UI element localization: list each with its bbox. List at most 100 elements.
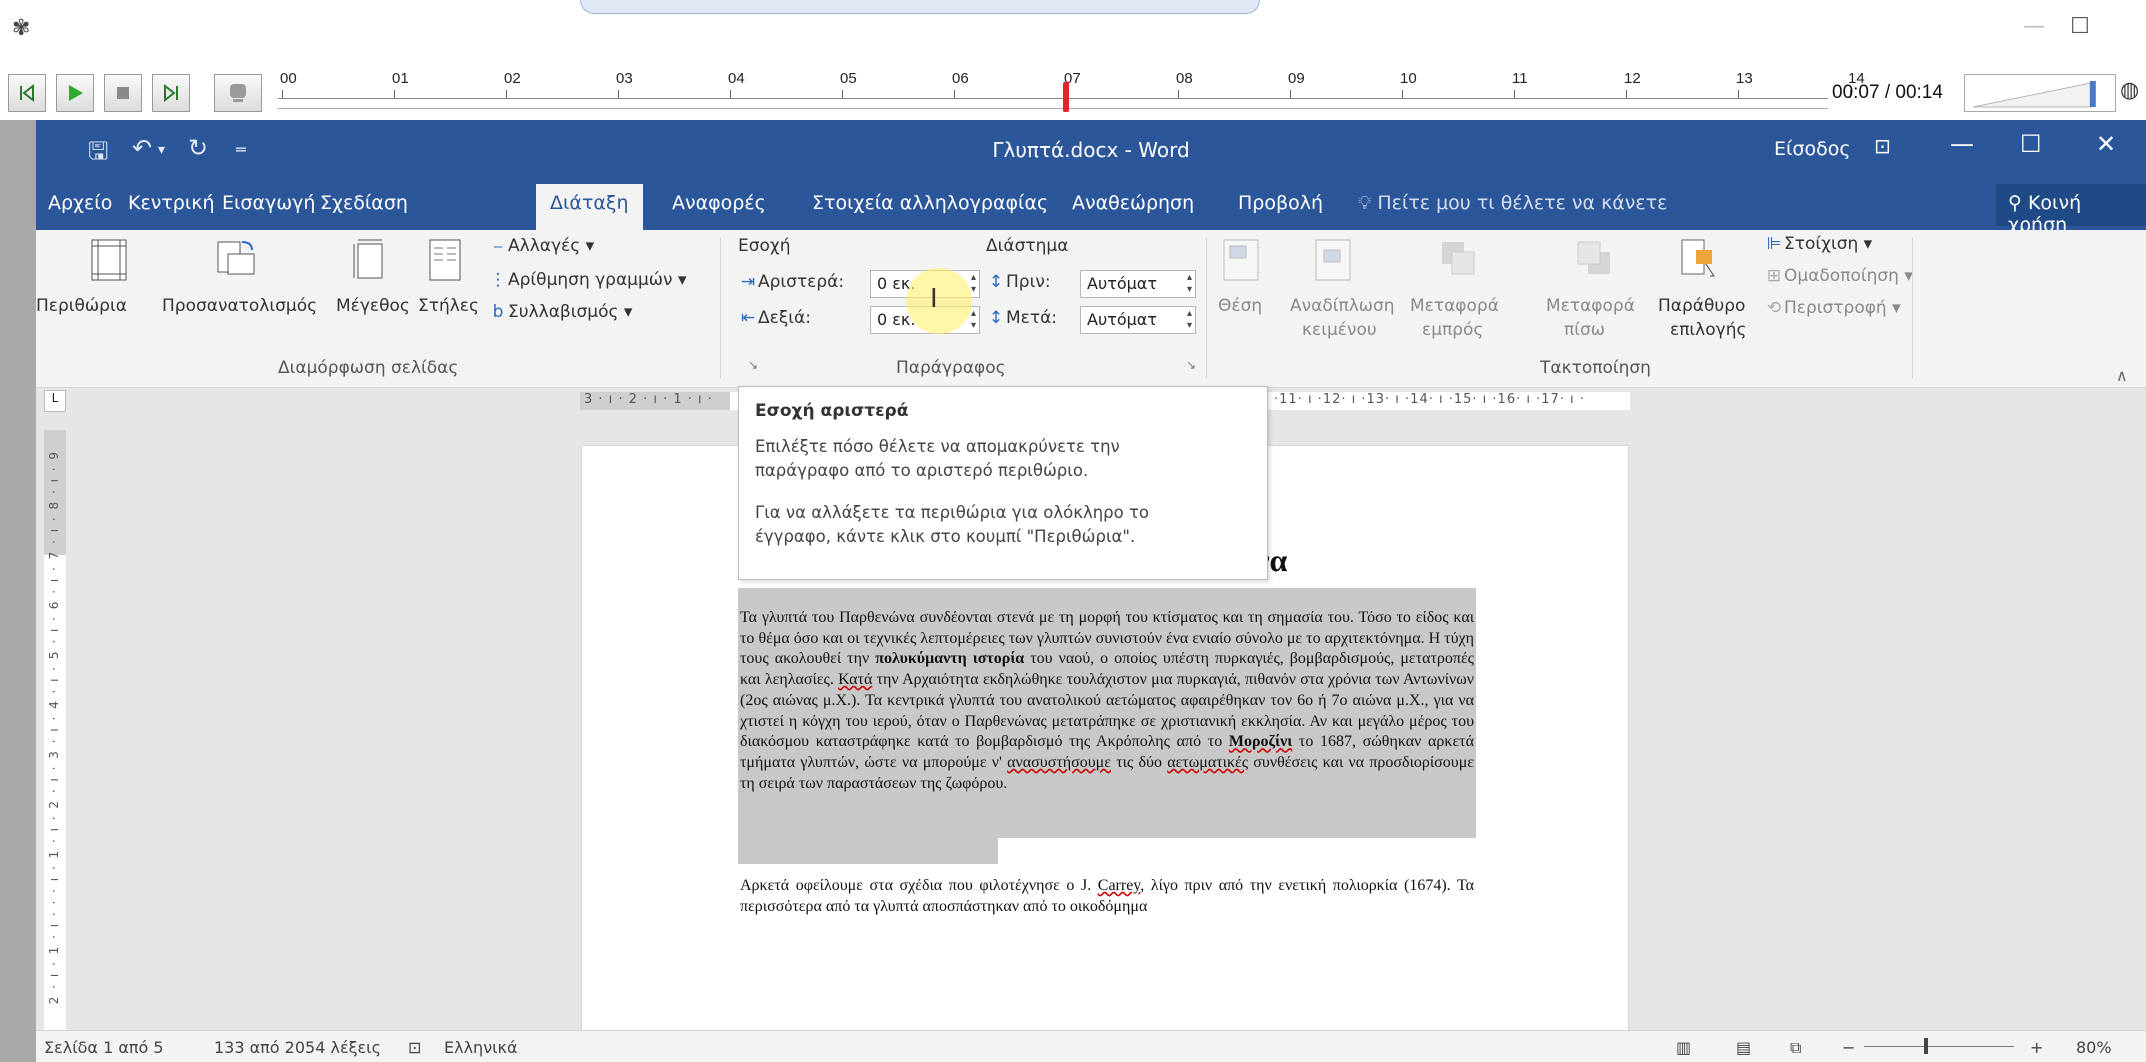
collapse-ribbon-icon[interactable]: ∧: [2116, 366, 2128, 385]
text-cursor-icon: I: [930, 284, 938, 314]
tab-layout[interactable]: Διάταξη: [536, 184, 643, 230]
zoom-level[interactable]: 80%: [2076, 1038, 2112, 1057]
spacing-after-input[interactable]: Αυτόματ ▴ ▾: [1080, 306, 1196, 334]
timeline-tick: [1402, 90, 1403, 98]
tab-design[interactable]: Σχεδίαση: [320, 192, 408, 214]
zoom-in-icon[interactable]: +: [2030, 1038, 2043, 1057]
tab-view[interactable]: Προβολή: [1238, 192, 1323, 214]
tab-selector-icon[interactable]: L: [44, 390, 66, 412]
timeline-slider[interactable]: 00 01 02 03 04 05 06 07 08 09 10 11 12 13 14: [278, 68, 1865, 118]
forward-end-button[interactable]: [152, 74, 190, 112]
selection-highlight-tail: [738, 838, 998, 864]
tab-mailings[interactable]: Στοιχεία αλληλογραφίας: [812, 192, 1048, 214]
send-backward-button[interactable]: Μεταφορά: [1546, 296, 1635, 316]
volume-slider[interactable]: [1964, 74, 2116, 112]
align-button[interactable]: ⊫ Στοίχιση ▾: [1764, 234, 1873, 254]
spacing-before-input[interactable]: Αυτόματ ▴ ▾: [1080, 270, 1196, 298]
forward-end-icon: [164, 83, 178, 103]
orientation-button[interactable]: Προσανατολισμός: [162, 296, 317, 316]
selection-pane-button[interactable]: Παράθυρο: [1658, 296, 1745, 316]
read-mode-icon[interactable]: ▥: [1676, 1038, 1691, 1057]
margins-button[interactable]: Περιθώρια: [36, 296, 127, 316]
group-separator: [1206, 238, 1207, 378]
p1-bold-name: Μοροζίνι: [1228, 733, 1293, 751]
stop-button[interactable]: [104, 74, 142, 112]
play-button[interactable]: [56, 74, 94, 112]
tab-home[interactable]: Κεντρική: [128, 192, 215, 214]
hyphenation-button[interactable]: b Συλλαβισμός ▾: [488, 302, 633, 322]
margins-icon: [91, 239, 127, 281]
minimize-icon[interactable]: —: [2014, 14, 2054, 44]
indent-right-spinner-icon[interactable]: ▴ ▾: [971, 308, 976, 332]
ribbon-display-icon[interactable]: ⊡: [1874, 134, 1891, 158]
bring-forward-button[interactable]: Μεταφορά: [1410, 296, 1499, 316]
rewind-start-button[interactable]: [8, 74, 46, 112]
tooltip-line: Επιλέξτε πόσο θέλετε να απομακρύνετε την: [755, 437, 1120, 456]
language-indicator[interactable]: Ελληνικά: [444, 1038, 518, 1057]
web-layout-icon[interactable]: ⧉: [1790, 1038, 1801, 1058]
indent-left-tooltip: Εσοχή αριστερά Επιλέξτε πόσο θέλετε να α…: [738, 386, 1268, 580]
page-count[interactable]: Σελίδα 1 από 5: [44, 1038, 164, 1057]
paragraph-2[interactable]: Αρκετά οφείλουμε στα σχέδια που φιλοτέχν…: [740, 876, 1474, 917]
zoom-out-icon[interactable]: −: [1842, 1038, 1855, 1057]
tab-references[interactable]: Αναφορές: [672, 192, 766, 214]
breaks-button[interactable]: ⎯ Αλλαγές ▾: [488, 236, 594, 256]
wrap-text-button[interactable]: Αναδίπλωση: [1290, 296, 1395, 316]
indent-left-spinner-icon[interactable]: ▴ ▾: [971, 272, 976, 296]
word-close-icon[interactable]: ✕: [2096, 130, 2116, 158]
tab-insert[interactable]: Εισαγωγή: [222, 192, 315, 214]
breaks-label: Αλλαγές: [508, 236, 581, 256]
rotate-button[interactable]: ⟲ Περιστροφή ▾: [1764, 298, 1901, 318]
page-setup-launcher-icon[interactable]: ↘: [748, 358, 758, 372]
proofing-icon[interactable]: ⊡: [408, 1038, 421, 1057]
word-minimize-icon[interactable]: —: [1950, 130, 1974, 158]
selection-pane-icon: [1681, 239, 1715, 277]
sign-in-link[interactable]: Είσοδος: [1774, 138, 1851, 160]
spacing-before-value: Αυτόματ: [1087, 274, 1157, 293]
spacing-after-spinner-icon[interactable]: ▴ ▾: [1187, 308, 1192, 332]
ribbon: Περιθώρια Προσανατολισμός Μέγεθος Στήλες…: [36, 230, 2146, 388]
rewind-start-icon: [20, 83, 34, 103]
print-layout-icon[interactable]: ▤: [1736, 1038, 1751, 1057]
bring-forward-button-line2: εμπρός: [1422, 320, 1484, 340]
timeline-tick: [1178, 90, 1179, 98]
speaker-icon[interactable]: ◍: [2120, 78, 2144, 108]
record-button[interactable]: [214, 74, 262, 112]
breaks-icon: ⎯: [493, 236, 503, 256]
columns-button[interactable]: Στήλες: [418, 296, 479, 316]
tab-review[interactable]: Αναθεώρηση: [1072, 192, 1194, 214]
share-button[interactable]: ⚲ Κοινή χρήση: [1996, 184, 2146, 236]
group-separator: [720, 238, 721, 378]
maximize-icon[interactable]: ☐: [2060, 14, 2100, 44]
vertical-ruler[interactable]: 2 · ı · 1 · ı · · · ı · 1 · ı · 2 · ı · …: [44, 430, 66, 1030]
timeline-playhead[interactable]: [1063, 82, 1069, 112]
paragraph-1[interactable]: Τα γλυπτά του Παρθενώνα συνδέονται στενά…: [740, 608, 1474, 794]
indent-header: Εσοχή: [738, 236, 791, 256]
tab-file[interactable]: Αρχείο: [48, 192, 112, 214]
timeline-tick-label: 02: [504, 70, 521, 87]
word-maximize-icon[interactable]: ☐: [2020, 130, 2042, 158]
position-button[interactable]: Θέση: [1218, 296, 1262, 316]
timeline-tick-label: 00: [280, 70, 297, 87]
word-count[interactable]: 133 από 2054 λέξεις: [214, 1038, 381, 1057]
timeline-tick-label: 04: [728, 70, 745, 87]
paragraph-launcher-icon[interactable]: ↘: [1186, 358, 1196, 372]
zoom-slider[interactable]: [1864, 1046, 2014, 1047]
spacing-before-spinner-icon[interactable]: ▴ ▾: [1187, 272, 1192, 296]
align-label: Στοίχιση: [1784, 234, 1859, 254]
tooltip-body: Επιλέξτε πόσο θέλετε να απομακρύνετε την…: [755, 435, 1251, 549]
tell-me-box[interactable]: 💡︎ Πείτε μου τι θέλετε να κάνετε: [1358, 192, 1667, 214]
word-window: 🖫 ↶ ▾ ↻ ═ Γλυπτά.docx - Word Είσοδος ⊡ —…: [0, 120, 2146, 1062]
player-title-area: ✾ — ☐: [0, 0, 2146, 68]
indent-left-label: ⇥ Αριστερά:: [738, 272, 844, 292]
align-icon: ⊫: [1766, 234, 1782, 254]
wrap-text-button-line2: κειμένου: [1302, 320, 1377, 340]
zoom-slider-thumb[interactable]: [1924, 1038, 1928, 1054]
line-numbers-button[interactable]: ⋮Αρίθμηση γραμμών ▾: [488, 270, 687, 290]
top-tab-shape: [580, 0, 1260, 14]
group-button[interactable]: ⊞ Ομαδοποίηση ▾: [1764, 266, 1913, 286]
record-icon: [230, 84, 246, 102]
size-button[interactable]: Μέγεθος: [336, 296, 410, 316]
rotate-icon: ⟲: [1766, 298, 1782, 318]
timeline-tick: [1738, 90, 1739, 98]
